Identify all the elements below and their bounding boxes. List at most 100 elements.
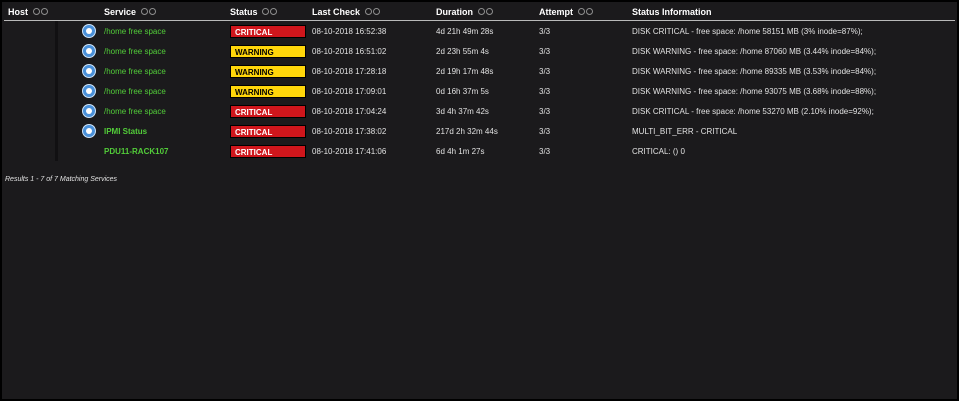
host-group-strip [55,21,58,41]
host-group-strip [55,141,58,161]
column-header-status-info-label: Status Information [632,7,712,17]
service-icon-cell [74,101,104,121]
column-header-attempt: Attempt [537,4,630,21]
service-cell: PDU11-RACK107 [104,141,228,161]
service-icon-cell [74,61,104,81]
sort-descending-icon[interactable] [585,8,593,15]
service-cell: /home free space [104,41,228,61]
sort-controls-duration [477,7,494,17]
status-info-cell: DISK WARNING - free space: /home 89335 M… [632,66,877,76]
table-row: /home free space CRITICAL 08-10-2018 16:… [4,21,955,42]
column-header-duration-label: Duration [436,7,473,17]
duration-cell: 3d 4h 37m 42s [436,106,489,116]
sort-descending-icon[interactable] [485,8,493,15]
status-badge: WARNING [230,44,306,58]
attempt-cell: 3/3 [539,66,551,76]
attempt-cell: 3/3 [539,106,551,116]
sort-descending-icon[interactable] [270,8,278,15]
sort-ascending-icon[interactable] [477,8,485,15]
last-check-cell: 08-10-2018 16:51:02 [312,46,387,56]
service-status-icon[interactable] [82,84,96,98]
service-name-link[interactable]: IPMI Status [104,127,147,136]
service-name-link[interactable]: /home free space [104,87,166,96]
attempt-cell: 3/3 [539,46,551,56]
duration-cell: 2d 23h 55m 4s [436,46,489,56]
services-table-body: /home free space CRITICAL 08-10-2018 16:… [4,21,955,161]
column-header-icon [74,4,104,21]
status-info-cell: MULTI_BIT_ERR - CRITICAL [632,126,738,136]
status-badge: CRITICAL [230,104,306,118]
status-info-cell: DISK WARNING - free space: /home 87060 M… [632,46,877,56]
status-cell: CRITICAL [228,21,310,42]
status-cell: CRITICAL [228,121,310,141]
service-cell: /home free space [104,61,228,81]
column-header-duration: Duration [434,4,537,21]
service-icon-cell [74,121,104,141]
table-row: /home free space WARNING 08-10-2018 16:5… [4,41,955,61]
host-group-strip [55,121,58,141]
table-row: PDU11-RACK107 CRITICAL 08-10-2018 17:41:… [4,141,955,161]
sort-ascending-icon[interactable] [577,8,585,15]
service-cell: /home free space [104,21,228,42]
host-group-strip [55,101,58,121]
service-cell: /home free space [104,101,228,121]
last-check-cell: 08-10-2018 17:09:01 [312,86,387,96]
attempt-cell: 3/3 [539,86,551,96]
service-name-link[interactable]: /home free space [104,47,166,56]
sort-ascending-icon[interactable] [140,8,148,15]
column-header-status-label: Status [230,7,258,17]
table-row: IPMI Status CRITICAL 08-10-2018 17:38:02… [4,121,955,141]
host-group-strip [55,41,58,61]
status-badge: CRITICAL [230,24,306,38]
service-name-link[interactable]: PDU11-RACK107 [104,147,168,156]
column-header-service-label: Service [104,7,137,17]
service-status-icon[interactable] [82,104,96,118]
sort-ascending-icon[interactable] [364,8,372,15]
column-header-host: Host [4,4,74,21]
attempt-cell: 3/3 [539,126,551,136]
last-check-cell: 08-10-2018 17:28:18 [312,66,387,76]
column-header-last-check-label: Last Check [312,7,361,17]
status-info-cell: DISK WARNING - free space: /home 93075 M… [632,86,877,96]
host-cell [4,121,74,141]
service-status-icon[interactable] [82,124,96,138]
sort-controls-attempt [577,7,594,17]
column-header-attempt-label: Attempt [539,7,573,17]
last-check-cell: 08-10-2018 16:52:38 [312,26,387,36]
sort-controls-host [32,7,49,17]
status-info-cell: DISK CRITICAL - free space: /home 58151 … [632,26,863,36]
sort-controls-status [262,7,278,17]
duration-cell: 4d 21h 49m 28s [436,26,494,36]
service-name-link[interactable]: /home free space [104,67,166,76]
sort-descending-icon[interactable] [148,8,156,15]
service-status-icon[interactable] [82,44,96,58]
status-badge: WARNING [230,84,306,98]
service-name-link[interactable]: /home free space [104,27,166,36]
host-cell [4,141,74,161]
sort-ascending-icon[interactable] [262,8,270,15]
status-cell: WARNING [228,41,310,61]
duration-cell: 6d 4h 1m 27s [436,146,485,156]
column-header-last-check: Last Check [310,4,434,21]
sort-descending-icon[interactable] [40,8,48,15]
host-group-strip [55,81,58,101]
service-status-icon[interactable] [82,24,96,38]
column-header-status-info: Status Information [630,4,955,21]
service-cell: IPMI Status [104,121,228,141]
service-icon-cell [74,141,104,161]
sort-ascending-icon[interactable] [32,8,40,15]
duration-cell: 217d 2h 32m 44s [436,126,498,136]
last-check-cell: 08-10-2018 17:04:24 [312,106,387,116]
host-cell [4,41,74,61]
service-icon-cell [74,21,104,42]
attempt-cell: 3/3 [539,146,551,156]
sort-descending-icon[interactable] [372,8,380,15]
service-status-icon[interactable] [82,64,96,78]
table-row: /home free space WARNING 08-10-2018 17:0… [4,81,955,101]
status-badge: CRITICAL [230,144,306,158]
status-info-cell: DISK CRITICAL - free space: /home 53270 … [632,106,874,116]
service-name-link[interactable]: /home free space [104,107,166,116]
status-cell: CRITICAL [228,101,310,121]
duration-cell: 2d 19h 17m 48s [436,66,494,76]
status-cell: WARNING [228,61,310,81]
